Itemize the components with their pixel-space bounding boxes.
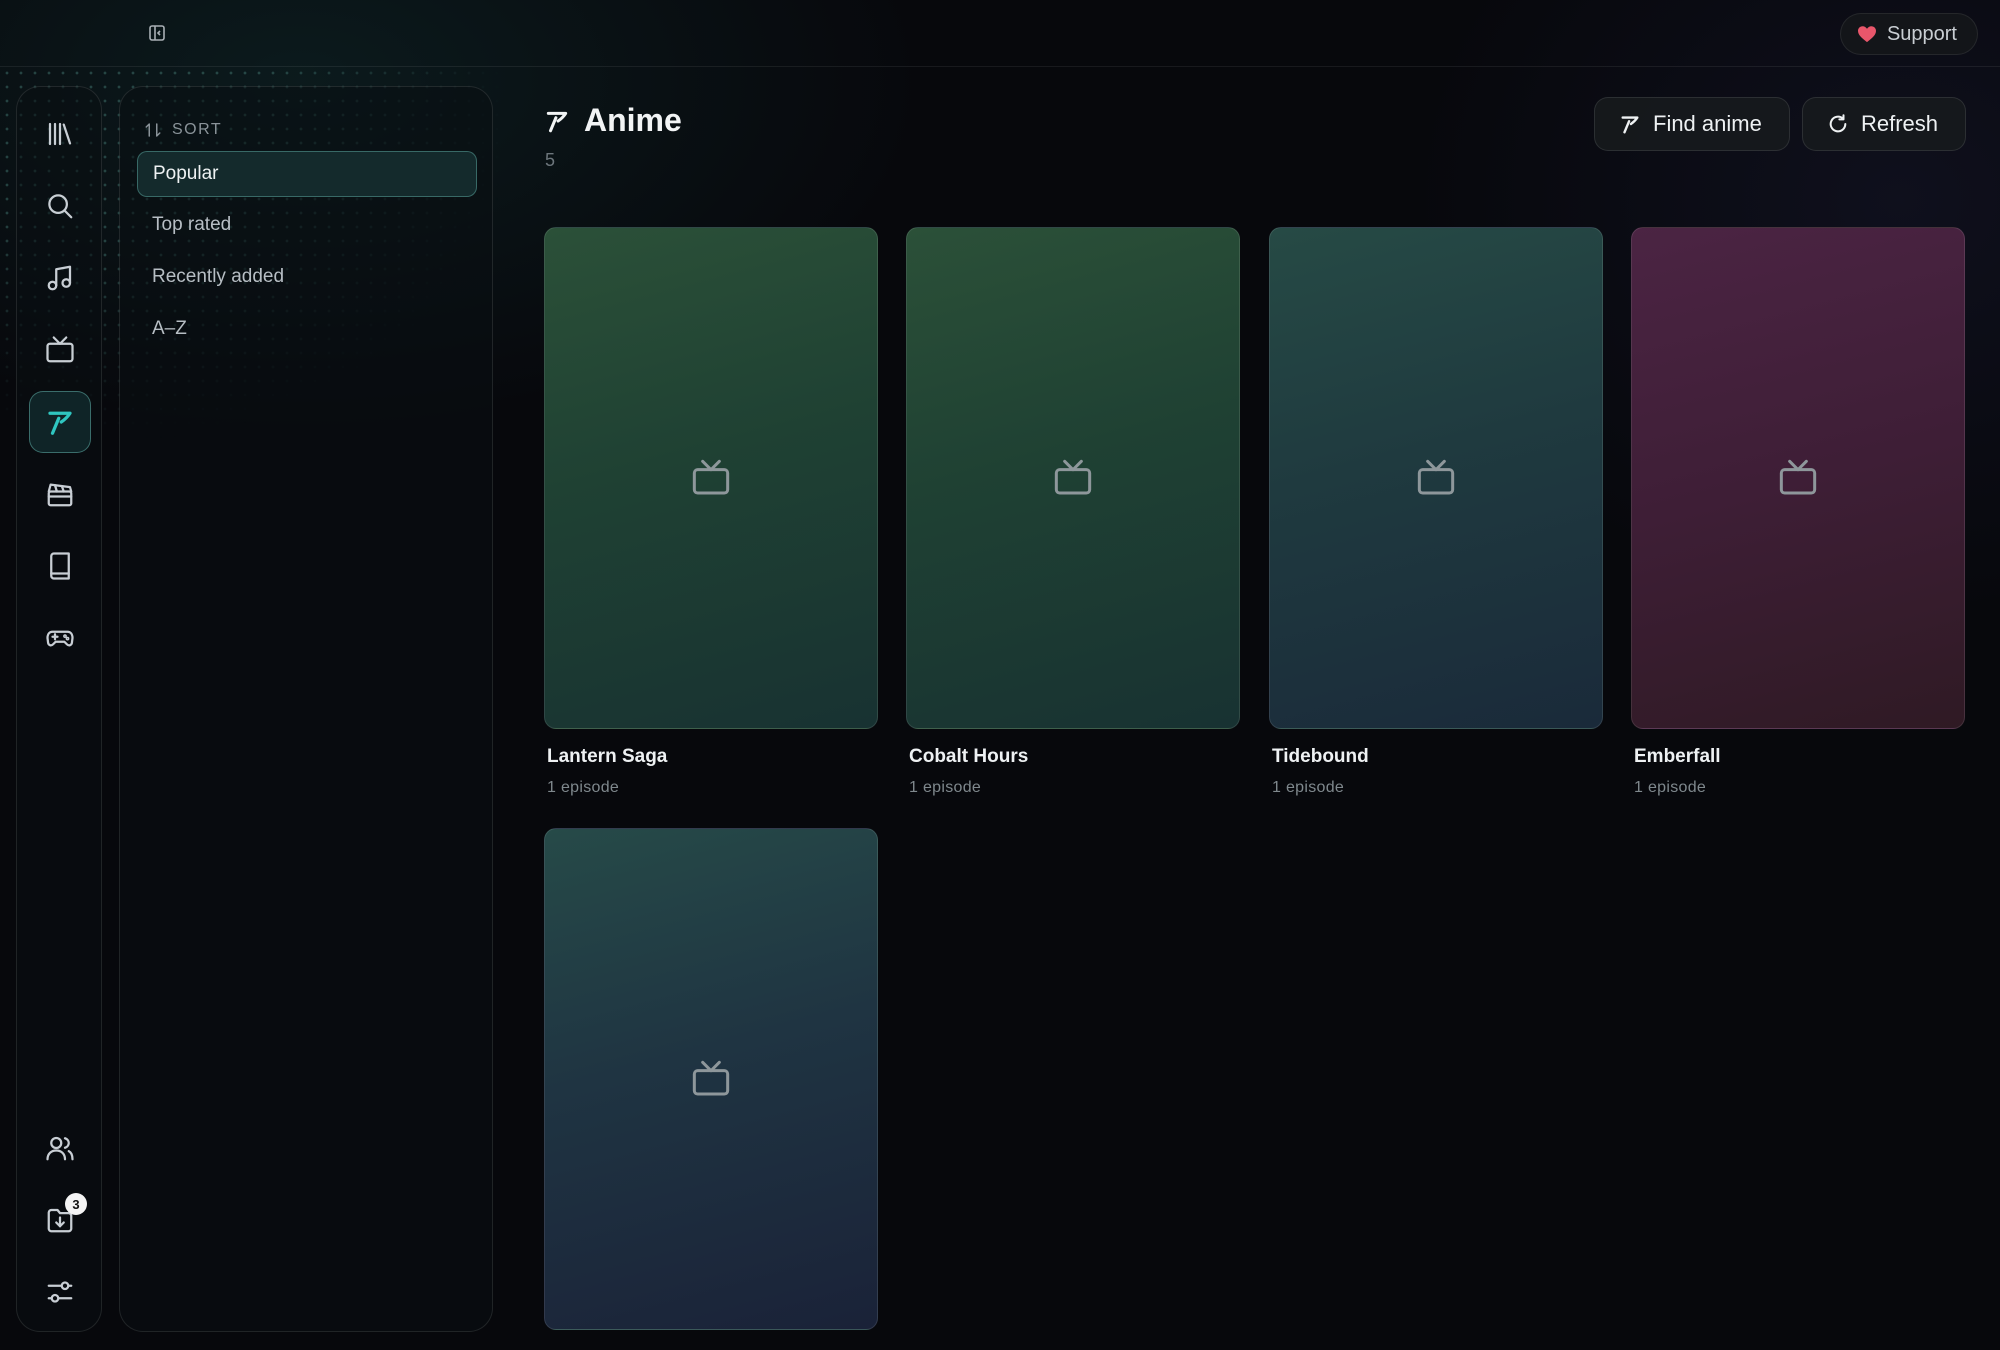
page-title-label: Anime: [584, 102, 682, 138]
episode-count: 1 episode: [1634, 779, 1707, 796]
episode-count: 1 episode: [1272, 779, 1345, 796]
anime-title: Cobalt Hours: [909, 746, 1029, 767]
rail-item-search[interactable]: [29, 175, 91, 237]
find-anime-button[interactable]: Find anime: [1594, 97, 1790, 151]
item-count: 5: [545, 150, 556, 170]
rail-item-users[interactable]: [29, 1117, 91, 1179]
refresh-button[interactable]: Refresh: [1802, 97, 1966, 151]
settings-sliders-icon: [47, 1281, 73, 1303]
sort-arrows-icon: [145, 123, 161, 137]
anime-card[interactable]: Lantern Saga 1 episode: [544, 227, 878, 797]
anime-title: Lantern Saga: [547, 746, 668, 767]
top-bar: Support: [0, 0, 2000, 67]
tv-icon: [1779, 459, 1817, 495]
rail-item-downloads[interactable]: 3: [29, 1189, 91, 1251]
anime-title: Tidebound: [1272, 746, 1369, 767]
downloads-count-badge: 3: [65, 1193, 87, 1215]
anime-card[interactable]: Tidebound 1 episode: [1269, 227, 1603, 797]
page-title: Anime: [544, 102, 682, 139]
rail-item-library[interactable]: [29, 103, 91, 165]
anime-icon: [48, 411, 72, 435]
anime-icon: [546, 111, 568, 132]
tv-icon: [692, 459, 730, 495]
sidebar-toggle-button[interactable]: [146, 22, 168, 44]
anime-poster: [1631, 227, 1965, 729]
anime-poster: [1269, 227, 1603, 729]
gamepad-icon: [46, 630, 74, 647]
anime-poster: [544, 828, 878, 1330]
heart-icon: [1857, 26, 1876, 43]
sidebar-toggle-icon: [149, 25, 165, 41]
rail-item-movies[interactable]: [29, 463, 91, 525]
refresh-label: Refresh: [1861, 111, 1939, 136]
find-anime-label: Find anime: [1653, 111, 1762, 136]
anime-poster: [906, 227, 1240, 729]
library-icon: [48, 122, 72, 146]
sort-option-recently-added[interactable]: Recently added: [137, 254, 477, 300]
rail-item-music[interactable]: [29, 247, 91, 309]
rail-item-anime[interactable]: [29, 391, 91, 453]
sort-panel: SORT Popular Top rated Recently added A–…: [119, 86, 493, 1332]
rail-item-games[interactable]: [29, 607, 91, 669]
anime-poster: [544, 227, 878, 729]
anime-title: Emberfall: [1634, 746, 1721, 767]
episode-count: 1 episode: [909, 779, 982, 796]
anime-card[interactable]: [544, 828, 878, 1330]
episode-count: 1 episode: [547, 779, 620, 796]
icon-rail: 3: [16, 86, 102, 1332]
music-icon: [47, 265, 72, 291]
anime-card[interactable]: Emberfall 1 episode: [1631, 227, 1965, 797]
book-icon: [50, 552, 70, 580]
tv-icon: [1054, 459, 1092, 495]
support-label: Support: [1886, 22, 1957, 45]
sort-heading: SORT: [144, 121, 222, 139]
sort-option-a-z[interactable]: A–Z: [137, 306, 477, 352]
users-icon: [46, 1136, 74, 1161]
tv-icon: [692, 1060, 730, 1096]
sort-option-top-rated[interactable]: Top rated: [137, 202, 477, 248]
rail-item-tv[interactable]: [29, 319, 91, 381]
anime-icon: [1621, 116, 1639, 134]
tv-icon: [46, 336, 74, 363]
movie-clapper-icon: [47, 483, 73, 507]
refresh-icon: [1829, 114, 1847, 133]
rail-item-settings[interactable]: [29, 1261, 91, 1323]
tv-icon: [1417, 459, 1455, 495]
support-button[interactable]: Support: [1839, 13, 1978, 55]
search-icon: [48, 194, 73, 219]
anime-card[interactable]: Cobalt Hours 1 episode: [906, 227, 1240, 797]
app-window: Support 3 SORT Popular Top rated Recentl…: [0, 0, 2000, 1350]
sort-option-popular[interactable]: Popular: [137, 151, 477, 197]
rail-item-books[interactable]: [29, 535, 91, 597]
sort-heading-label: SORT: [172, 121, 223, 138]
